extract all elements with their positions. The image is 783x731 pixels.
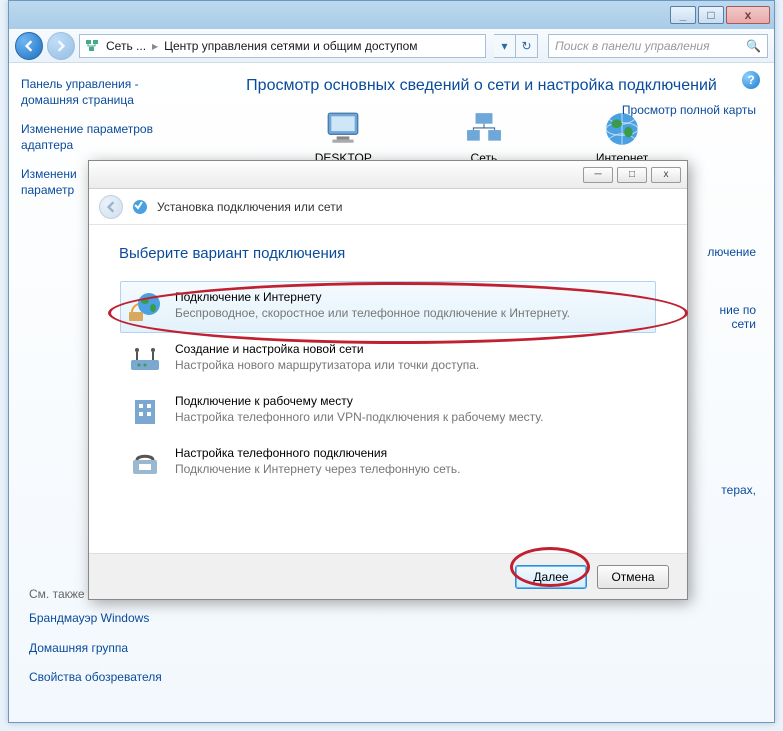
minimize-button[interactable]: _ (670, 6, 696, 24)
network-icon (84, 38, 100, 54)
partial-link-2[interactable]: ние по сети (696, 303, 756, 331)
arrow-right-icon (55, 40, 67, 52)
breadcrumb-1[interactable]: Сеть ... (106, 39, 146, 53)
dialog-close-button[interactable]: x (651, 167, 681, 183)
connection-wizard-dialog: ─ □ x Установка подключения или сети Выб… (88, 160, 688, 600)
close-button[interactable]: x (726, 6, 770, 24)
partial-link-1[interactable]: лючение (707, 245, 756, 259)
dialog-back-button[interactable] (99, 195, 123, 219)
sidebar-homegroup-link[interactable]: Домашняя группа (29, 641, 162, 657)
option-list: Подключение к Интернету Беспроводное, ск… (119, 280, 657, 490)
node-internet: Интернет (596, 111, 648, 165)
arrow-left-icon (105, 201, 117, 213)
sidebar-adapter-link[interactable]: Изменение параметров адаптера (21, 122, 177, 153)
view-map-link[interactable]: Просмотр полной карты (622, 103, 756, 117)
dialog-titlebar: ─ □ x (89, 161, 687, 189)
option-desc: Настройка телефонного или VPN-подключени… (175, 410, 543, 424)
sidebar-home-link[interactable]: Панель управления - домашняя страница (21, 77, 177, 108)
next-button[interactable]: Далее (515, 565, 587, 589)
wizard-icon (131, 198, 149, 216)
arrow-left-icon (23, 40, 35, 52)
option-desc: Настройка нового маршрутизатора или точк… (175, 358, 479, 372)
address-bar[interactable]: Сеть ... ▸ Центр управления сетями и общ… (79, 34, 486, 58)
sidebar-firewall-link[interactable]: Брандмауэр Windows (29, 611, 162, 627)
back-button[interactable] (15, 32, 43, 60)
sidebar-internet-options-link[interactable]: Свойства обозревателя (29, 670, 162, 686)
dialog-maximize-button[interactable]: □ (617, 167, 647, 183)
help-icon[interactable]: ? (742, 71, 760, 89)
dialog-title: Установка подключения или сети (157, 200, 342, 214)
forward-button[interactable] (47, 32, 75, 60)
dropdown-button[interactable]: ▾ (494, 34, 516, 58)
page-title: Просмотр основных сведений о сети и наст… (209, 77, 754, 95)
search-icon: 🔍 (746, 39, 761, 53)
toolbar: Сеть ... ▸ Центр управления сетями и общ… (9, 29, 774, 63)
option-new-network[interactable]: Создание и настройка новой сети Настройк… (120, 333, 656, 385)
dialog-body: Выберите вариант подключения Подключение… (89, 225, 687, 510)
dialog-footer: Далее Отмена (89, 553, 687, 599)
search-input[interactable]: Поиск в панели управления 🔍 (548, 34, 768, 58)
network-map: DESKTOP Сеть Интернет (209, 111, 754, 165)
partial-text-1: терах, (686, 483, 756, 497)
option-workplace[interactable]: Подключение к рабочему месту Настройка т… (120, 385, 656, 437)
node-computer: DESKTOP (315, 111, 372, 165)
sidebar-see-also: См. также Брандмауэр Windows Домашняя гр… (29, 587, 162, 700)
cancel-button[interactable]: Отмена (597, 565, 669, 589)
option-title: Подключение к рабочему месту (175, 394, 543, 408)
globe-connect-icon (127, 290, 163, 324)
network-node-icon (462, 111, 506, 147)
option-title: Подключение к Интернету (175, 290, 570, 304)
option-desc: Беспроводное, скоростное или телефонное … (175, 306, 570, 320)
router-icon (127, 342, 163, 376)
option-internet[interactable]: Подключение к Интернету Беспроводное, ск… (120, 281, 656, 333)
node-network: Сеть (462, 111, 506, 165)
phone-modem-icon (127, 446, 163, 480)
building-icon (127, 394, 163, 428)
breadcrumb-2[interactable]: Центр управления сетями и общим доступом (164, 39, 418, 53)
dialog-heading: Выберите вариант подключения (119, 245, 657, 262)
option-title: Создание и настройка новой сети (175, 342, 479, 356)
refresh-button[interactable]: ↻ (516, 34, 538, 58)
option-title: Настройка телефонного подключения (175, 446, 461, 460)
option-desc: Подключение к Интернету через телефонную… (175, 462, 461, 476)
maximize-button[interactable]: □ (698, 6, 724, 24)
window-titlebar: _ □ x (9, 1, 774, 29)
option-dialup[interactable]: Настройка телефонного подключения Подклю… (120, 437, 656, 489)
dialog-minimize-button[interactable]: ─ (583, 167, 613, 183)
search-placeholder: Поиск в панели управления (555, 39, 710, 53)
chevron-right-icon: ▸ (152, 39, 158, 53)
computer-icon (321, 111, 365, 147)
dialog-header: Установка подключения или сети (89, 189, 687, 225)
